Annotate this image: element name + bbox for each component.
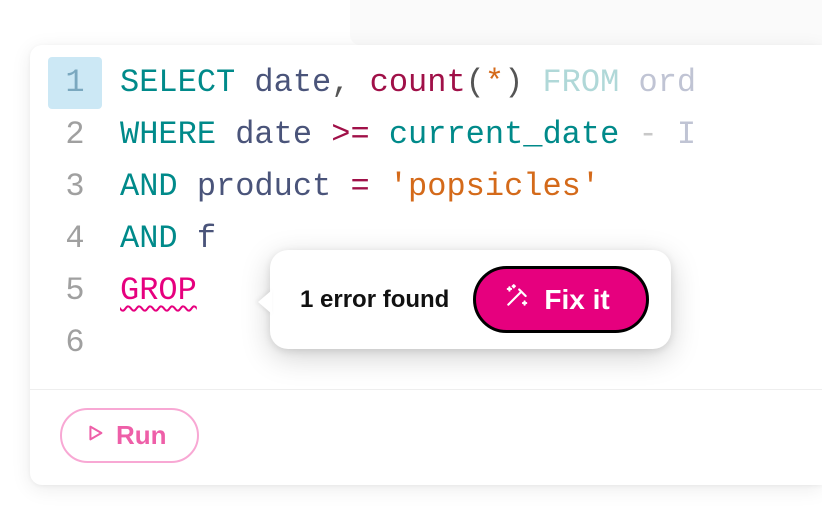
line-number[interactable]: 6 bbox=[30, 317, 120, 369]
line-gutter: 1 2 3 4 5 6 bbox=[30, 57, 120, 369]
error-message: 1 error found bbox=[300, 286, 449, 314]
run-button[interactable]: Run bbox=[60, 408, 199, 463]
line-number[interactable]: 1 bbox=[48, 57, 102, 109]
line-number[interactable]: 5 bbox=[30, 265, 120, 317]
fix-it-label: Fix it bbox=[544, 284, 609, 316]
code-line[interactable]: AND product = 'popsicles' bbox=[120, 161, 822, 213]
magic-wand-icon bbox=[504, 283, 530, 316]
run-label: Run bbox=[116, 420, 167, 451]
play-icon bbox=[84, 420, 106, 451]
line-number[interactable]: 3 bbox=[30, 161, 120, 213]
code-line[interactable]: SELECT date, count(*) FROM ord bbox=[120, 57, 822, 109]
line-number[interactable]: 4 bbox=[30, 213, 120, 265]
background-card bbox=[350, 0, 822, 45]
code-line[interactable]: WHERE date >= current_date - I bbox=[120, 109, 822, 161]
error-token: GROP bbox=[120, 272, 197, 309]
line-number[interactable]: 2 bbox=[30, 109, 120, 161]
fix-it-button[interactable]: Fix it bbox=[473, 266, 648, 333]
error-popup: 1 error found Fix it bbox=[270, 250, 671, 349]
editor-footer: Run bbox=[30, 389, 822, 485]
